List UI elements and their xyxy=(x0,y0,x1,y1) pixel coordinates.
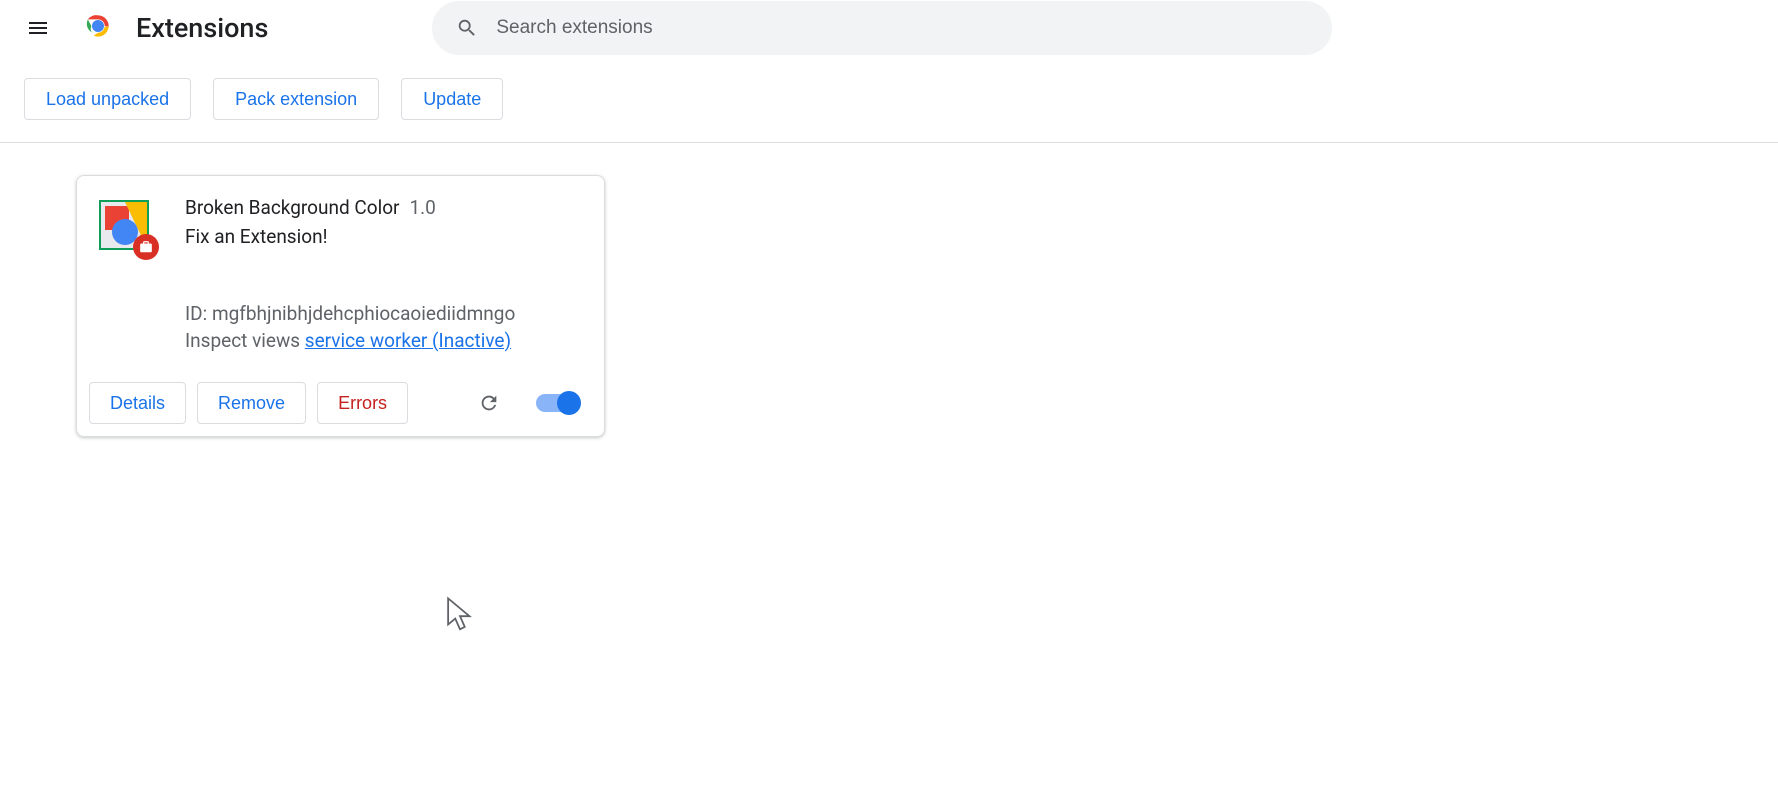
reload-icon xyxy=(478,392,500,414)
pack-extension-button[interactable]: Pack extension xyxy=(213,78,379,120)
main-menu-button[interactable] xyxy=(14,4,62,52)
dev-toolbar: Load unpacked Pack extension Update xyxy=(0,56,1778,143)
chrome-logo-icon[interactable] xyxy=(82,10,114,46)
search-box[interactable] xyxy=(432,1,1332,55)
details-button[interactable]: Details xyxy=(89,382,186,424)
extension-card: Broken Background Color 1.0 Fix an Exten… xyxy=(76,175,605,437)
search-input[interactable] xyxy=(496,17,1308,39)
service-worker-link[interactable]: service worker (Inactive) xyxy=(305,329,511,352)
inspect-views: Inspect views service worker (Inactive) xyxy=(185,329,584,352)
extension-id: ID: mgfbhjnibhjdehcphiocaoiediidmngo xyxy=(185,302,584,325)
cursor-icon xyxy=(445,596,475,634)
unpacked-badge-icon xyxy=(133,234,159,260)
extension-icon xyxy=(99,200,149,250)
page-title: Extensions xyxy=(136,12,268,44)
load-unpacked-button[interactable]: Load unpacked xyxy=(24,78,191,120)
extensions-list: Broken Background Color 1.0 Fix an Exten… xyxy=(0,143,1778,437)
errors-button[interactable]: Errors xyxy=(317,382,408,424)
reload-button[interactable] xyxy=(469,383,509,423)
search-icon xyxy=(456,17,478,39)
app-header: Extensions xyxy=(0,0,1778,56)
extension-version: 1.0 xyxy=(409,196,435,219)
enable-toggle[interactable] xyxy=(536,394,578,412)
extension-description: Fix an Extension! xyxy=(185,225,584,248)
update-button[interactable]: Update xyxy=(401,78,503,120)
extension-name: Broken Background Color xyxy=(185,196,399,219)
remove-button[interactable]: Remove xyxy=(197,382,306,424)
hamburger-icon xyxy=(26,16,50,40)
